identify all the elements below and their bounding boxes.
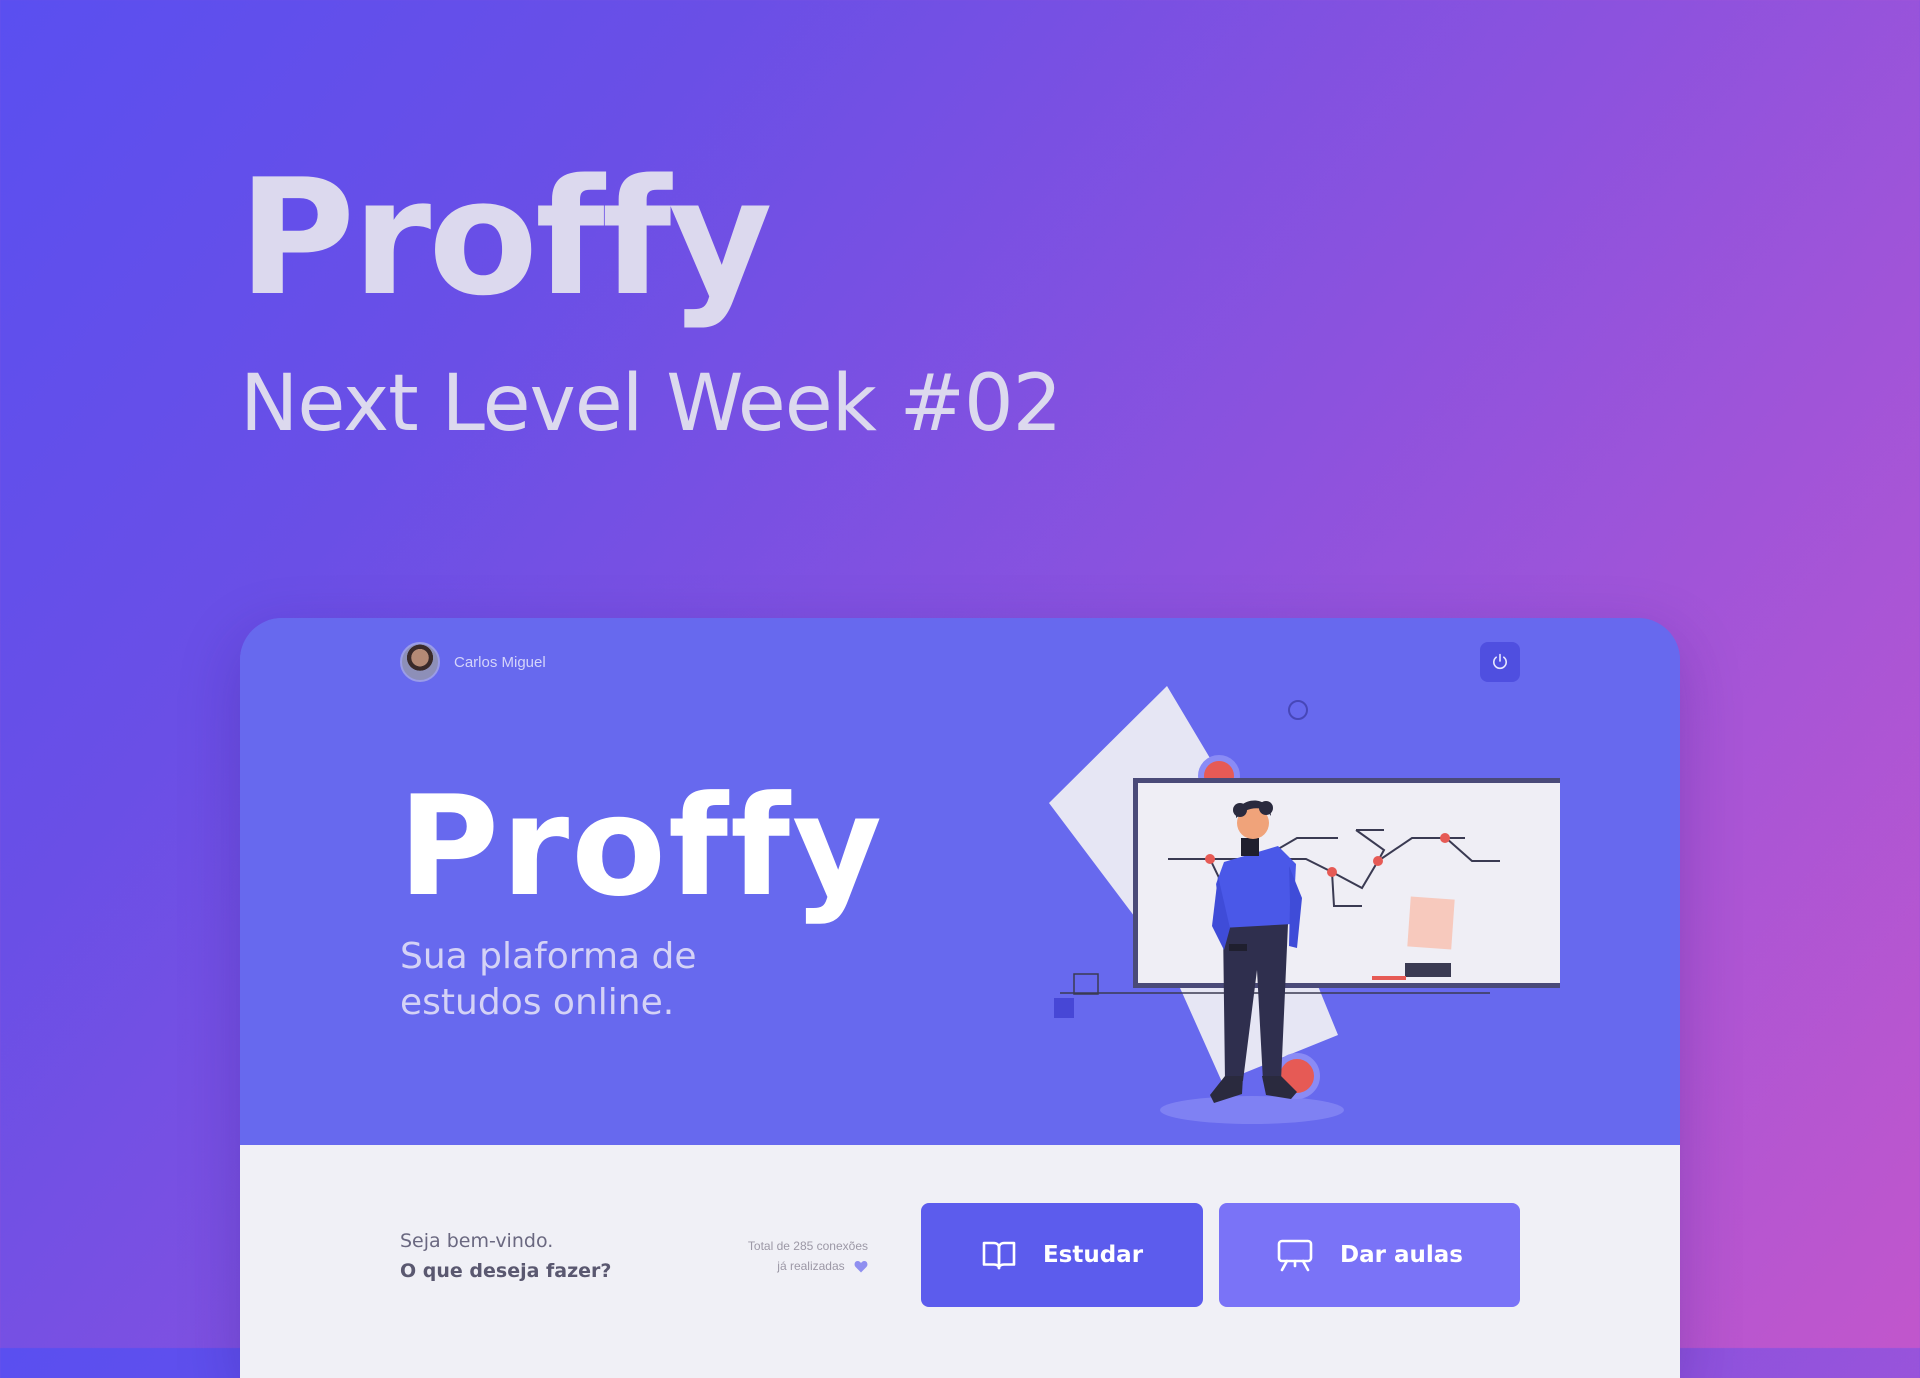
welcome-question: O que deseja fazer? (400, 1260, 612, 1282)
banner-title: Proffy (238, 144, 773, 331)
proffy-logo: Proffy (398, 766, 885, 927)
teach-button[interactable]: Dar aulas (1219, 1203, 1520, 1307)
teach-button-label[interactable]: Dar aulas (1340, 1242, 1463, 1268)
landing-header: Carlos Miguel Proffy Sua plaforma de est… (240, 618, 1680, 1145)
study-button-label[interactable]: Estudar (1043, 1242, 1143, 1268)
welcome-line1: Seja bem-vindo. (400, 1230, 554, 1252)
banner-subtitle: Next Level Week #02 (240, 359, 1062, 449)
study-button[interactable]: Estudar (921, 1203, 1203, 1307)
avatar[interactable] (400, 642, 440, 682)
heart-icon (854, 1261, 868, 1273)
book-open-icon (982, 1241, 1016, 1270)
welcome-message: Seja bem-vindo. O que deseja fazer? (400, 1226, 611, 1286)
connections-line1: Total de 285 conexões (747, 1239, 868, 1253)
teacher-illustration (1049, 686, 1560, 1124)
connections-line2: já realizadas (777, 1259, 845, 1273)
user-profile[interactable]: Carlos Miguel (400, 642, 546, 682)
user-name[interactable]: Carlos Miguel (454, 654, 546, 671)
tagline: Sua plaforma de estudos online. (400, 936, 697, 1023)
app-window: Carlos Miguel Proffy Sua plaforma de est… (240, 618, 1680, 1378)
total-connections: Total de 285 conexões já realizadas (680, 1236, 868, 1276)
presentation-board-icon (1277, 1239, 1313, 1272)
